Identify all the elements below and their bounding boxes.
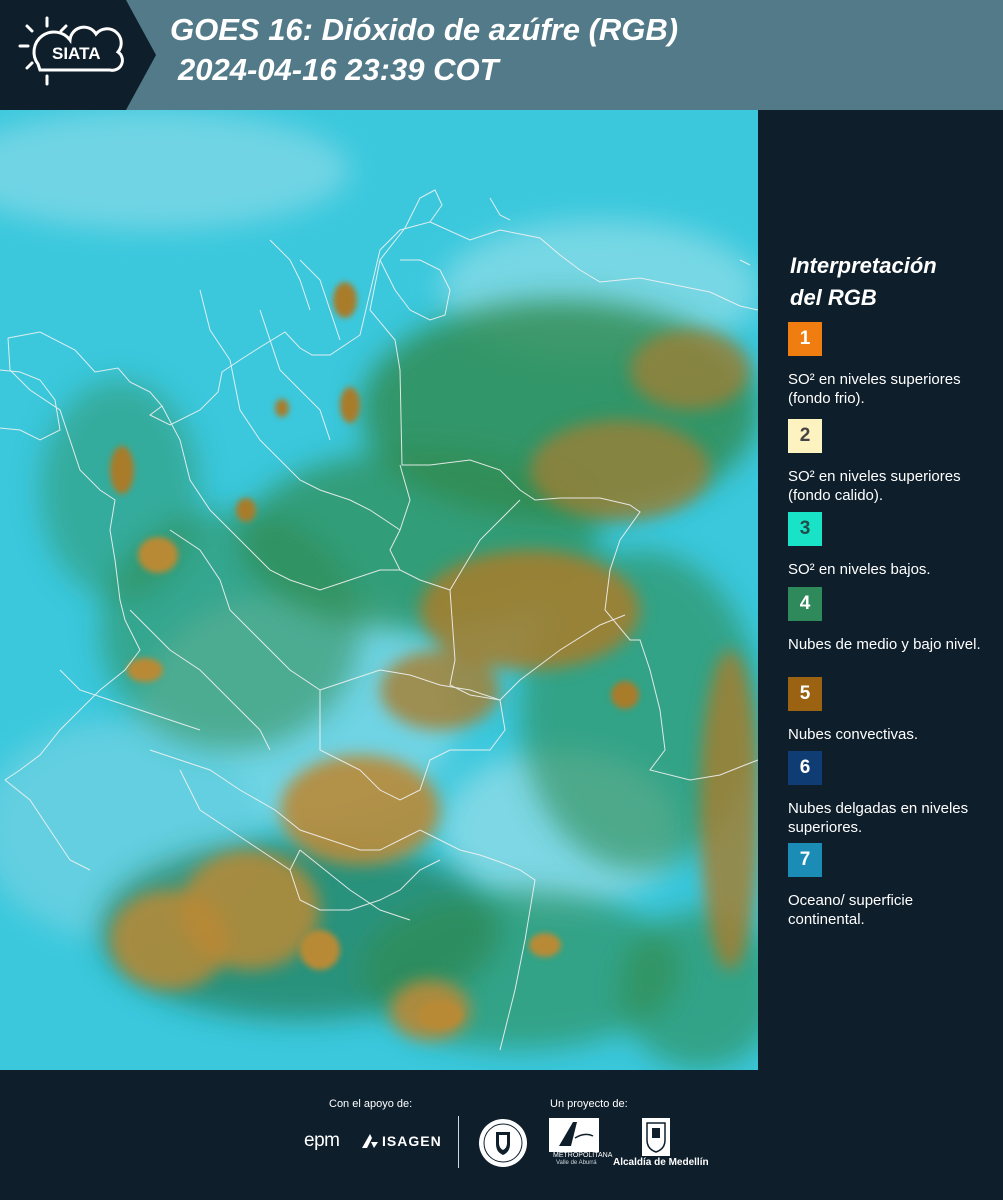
legend-item-3: 3 SO² en niveles bajos. bbox=[788, 512, 993, 579]
legend-swatch-4: 4 bbox=[788, 587, 822, 621]
legend-text-2: SO² en niveles superiores (fondo calido)… bbox=[788, 468, 961, 504]
project-label: Un proyecto de: bbox=[550, 1098, 628, 1110]
alcaldia-shield-icon[interactable] bbox=[642, 1118, 670, 1156]
legend-swatch-6: 6 bbox=[788, 751, 822, 785]
legend-swatch-1: 1 bbox=[788, 322, 822, 356]
legend-swatch-5: 5 bbox=[788, 677, 822, 711]
legend-text-7: Oceano/ superficie continental. bbox=[788, 892, 914, 928]
isagen-icon bbox=[362, 1134, 378, 1148]
legend-title-line2: del RGB bbox=[790, 285, 877, 310]
area-metropolitana-logo[interactable] bbox=[549, 1118, 599, 1152]
legend-title: Interpretación del RGB bbox=[790, 250, 990, 314]
timestamp: 2024-04-16 23:39 COT bbox=[178, 52, 499, 87]
area-metropolitana-sublabel: Valle de Aburrá bbox=[556, 1160, 597, 1166]
legend-item-5: 5 Nubes convectivas. bbox=[788, 677, 993, 744]
legend-item-7: 7 Oceano/ superficie continental. bbox=[788, 843, 993, 929]
footer: Con el apoyo de: Un proyecto de: epm ISA… bbox=[0, 1070, 1003, 1200]
page-title: GOES 16: Dióxido de azúfre (RGB) bbox=[170, 12, 679, 47]
footer-divider bbox=[458, 1116, 459, 1168]
legend-item-4: 4 Nubes de medio y bajo nivel. bbox=[788, 587, 993, 654]
epm-logo[interactable]: epm bbox=[304, 1130, 340, 1152]
isagen-logo[interactable]: ISAGEN bbox=[382, 1133, 442, 1149]
legend-text-6: Nubes delgadas en niveles superiores. bbox=[788, 800, 969, 836]
header-bar: SIATA GOES 16: Dióxido de azúfre (RGB) 2… bbox=[0, 0, 1003, 110]
siata-logo-text: SIATA bbox=[52, 44, 101, 63]
legend-swatch-3: 3 bbox=[788, 512, 822, 546]
area-metropolitana-label: METROPOLITANA bbox=[553, 1152, 613, 1159]
legend-swatch-2: 2 bbox=[788, 419, 822, 453]
legend-item-2: 2 SO² en niveles superiores (fondo calid… bbox=[788, 419, 993, 504]
satellite-map[interactable] bbox=[0, 110, 758, 1070]
legend-title-line1: Interpretación bbox=[790, 253, 937, 278]
legend-text-3: SO² en niveles bajos. bbox=[788, 561, 931, 578]
medellin-seal-icon[interactable] bbox=[478, 1118, 528, 1168]
support-label: Con el apoyo de: bbox=[329, 1098, 413, 1110]
alcaldia-label: Alcaldía de Medellín bbox=[613, 1157, 709, 1168]
legend-text-5: Nubes convectivas. bbox=[788, 726, 919, 743]
legend-text-4: Nubes de medio y bajo nivel. bbox=[788, 636, 981, 653]
legend-text-1: SO² en niveles superiores (fondo frio). bbox=[788, 371, 961, 407]
legend-panel: Interpretación del RGB 1 SO² en niveles … bbox=[758, 110, 1003, 1070]
siata-logo[interactable]: SIATA bbox=[0, 0, 156, 110]
legend-swatch-7: 7 bbox=[788, 843, 822, 877]
legend-item-6: 6 Nubes delgadas en niveles superiores. bbox=[788, 751, 993, 837]
legend-item-1: 1 SO² en niveles superiores (fondo frio)… bbox=[788, 322, 993, 408]
